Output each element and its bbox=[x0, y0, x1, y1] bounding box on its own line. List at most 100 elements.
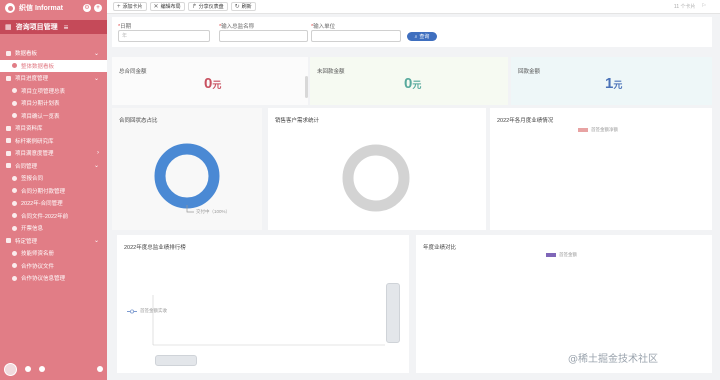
filter-bar: *日期 年 *输入总监名称 *输入单位 ⌕ 查询 bbox=[112, 17, 712, 47]
unit-input[interactable] bbox=[311, 30, 401, 42]
folder-icon bbox=[6, 238, 11, 244]
date-input[interactable]: 年 bbox=[118, 30, 210, 42]
customer-demand-panel: 销售客户需求统计 bbox=[268, 108, 486, 230]
share-icon: ↱ bbox=[191, 4, 197, 10]
sidebar-item[interactable]: 整体数据看板 bbox=[0, 59, 107, 72]
user-switch-icon[interactable] bbox=[97, 366, 103, 372]
sidebar-item-label: 开票信息 bbox=[21, 226, 44, 233]
folder-icon bbox=[6, 125, 11, 131]
app-grid-icon: ▦ bbox=[5, 24, 12, 31]
share-dashboard-label: 分享仪表盘 bbox=[198, 4, 224, 10]
sidebar-item[interactable]: 项目分期计划表 bbox=[0, 97, 107, 110]
search-icon: ⌕ bbox=[414, 33, 418, 40]
sidebar-item[interactable]: 标杆案例研究库 bbox=[0, 135, 107, 148]
menu-toggle-icon[interactable]: ≡ bbox=[64, 23, 69, 32]
sidebar-item-label: 项目立项管理总表 bbox=[21, 88, 66, 95]
toolbar: + 添加卡片 ✕ 编辑布局 ↱ 分享仪表盘 ↻ 刷新 11 个卡片 ⚐ bbox=[107, 0, 720, 14]
sidebar-item-label: 签报合同 bbox=[21, 176, 44, 183]
sidebar-item-label: 合同管理 bbox=[15, 163, 38, 170]
edit-icon: ✕ bbox=[153, 4, 159, 10]
sidebar-item[interactable]: 开票信息 bbox=[0, 222, 107, 235]
unit-label: *输入单位 bbox=[311, 24, 336, 30]
chart-legend[interactable]: 首签金额 bbox=[546, 252, 577, 258]
sidebar-menu: 数据看板 ⌄ 整体数据看板项目进度管理 ⌄ 项目立项管理总表项目分期计划表 项目确认一览表… bbox=[0, 47, 107, 285]
stat-card-paid: 回款金额 1元 bbox=[511, 57, 712, 105]
refresh-icon: ↻ bbox=[234, 4, 240, 10]
sidebar-item-label: 项目满意度管理 bbox=[15, 151, 54, 158]
director-input[interactable] bbox=[219, 30, 308, 42]
sidebar-item[interactable]: 项目资料库 bbox=[0, 122, 107, 135]
chevron-icon: ⌄ bbox=[93, 238, 99, 245]
date-label: *日期 bbox=[118, 24, 132, 30]
add-card-button[interactable]: + 添加卡片 bbox=[113, 2, 147, 11]
stat-label: 未回款金额 bbox=[317, 69, 345, 75]
folder-icon bbox=[6, 138, 11, 144]
chevron-icon: ⌄ bbox=[93, 50, 99, 57]
sidebar-item[interactable]: 合同文件-2022年前 bbox=[0, 210, 107, 223]
donut-slice[interactable] bbox=[154, 143, 220, 209]
panel-title: 2022年各月度业绩情况 bbox=[497, 118, 554, 124]
refresh-button[interactable]: ↻ 刷新 bbox=[230, 2, 256, 11]
sidebar-item[interactable]: 项目确认一览表 bbox=[0, 110, 107, 123]
legend-swatch bbox=[546, 253, 556, 257]
sidebar-item[interactable]: 合同分期付款管理 bbox=[0, 185, 107, 198]
scroll-handle[interactable] bbox=[305, 76, 308, 98]
ranking-axes bbox=[152, 295, 385, 346]
app-title[interactable]: ▦ 咨询项目管理 ≡ bbox=[0, 20, 107, 34]
zoom-slider-horizontal[interactable] bbox=[155, 355, 197, 366]
flag-icon[interactable]: ⚐ bbox=[702, 3, 706, 10]
item-icon bbox=[12, 250, 17, 256]
sidebar-item[interactable]: 技能师资名册 bbox=[0, 247, 107, 260]
contract-status-chart bbox=[154, 143, 220, 213]
monthly-performance-panel: 2022年各月度业绩情况 首签金额净额 bbox=[490, 108, 712, 230]
stat-value: 0元 bbox=[204, 75, 222, 92]
folder-icon bbox=[6, 75, 11, 81]
sidebar-item[interactable]: 数据看板 ⌄ bbox=[0, 47, 107, 60]
legend-label: 首签金额净额 bbox=[591, 127, 618, 132]
add-card-label: 添加卡片 bbox=[122, 4, 143, 10]
folder-icon bbox=[6, 163, 11, 169]
search-button[interactable]: ⌕ 查询 bbox=[407, 32, 437, 41]
sidebar-item[interactable]: 特定管理 ⌄ bbox=[0, 235, 107, 248]
share-dashboard-button[interactable]: ↱ 分享仪表盘 bbox=[187, 2, 228, 11]
sidebar-item[interactable]: 合作协议文件 bbox=[0, 260, 107, 273]
avatar[interactable] bbox=[4, 362, 17, 376]
sidebar-item[interactable]: 项目立项管理总表 bbox=[0, 85, 107, 98]
sidebar-item-label: 项目资料库 bbox=[15, 126, 43, 133]
item-icon bbox=[12, 225, 17, 231]
donut-label: 交付中（100%） bbox=[196, 209, 231, 214]
stat-card-total: 总合同金额 0元 bbox=[112, 57, 308, 105]
add-icon[interactable]: + bbox=[94, 4, 102, 12]
sidebar-item[interactable]: 合作协议信息管理 bbox=[0, 272, 107, 285]
stat-value: 0元 bbox=[404, 75, 422, 92]
edit-layout-button[interactable]: ✕ 编辑布局 bbox=[149, 2, 185, 11]
settings-icon[interactable]: ⚙ bbox=[83, 4, 91, 12]
chart-legend[interactable]: 首签金额净额 bbox=[578, 127, 618, 133]
sidebar-item-label: 标杆案例研究库 bbox=[15, 138, 54, 145]
sidebar-item-label: 特定管理 bbox=[15, 238, 38, 245]
legend-label: 首签金额 bbox=[559, 252, 577, 257]
logo-icon bbox=[5, 3, 15, 13]
stat-value: 1元 bbox=[605, 75, 623, 92]
annual-comparison-panel: 年度业绩对比 首签金额 @稀土掘金技术社区 bbox=[416, 235, 712, 373]
sidebar-item[interactable]: 项目进度管理 ⌄ bbox=[0, 72, 107, 85]
sidebar-item-label: 合同文件-2022年前 bbox=[21, 213, 69, 220]
search-button-label: 查询 bbox=[419, 34, 430, 40]
folder-icon bbox=[6, 50, 11, 56]
item-icon bbox=[12, 213, 17, 219]
zoom-slider-vertical[interactable] bbox=[386, 283, 400, 343]
sidebar-item[interactable]: 2022年-合同管理 bbox=[0, 197, 107, 210]
sidebar-item-label: 合作协议文件 bbox=[21, 263, 55, 270]
help-icon[interactable] bbox=[39, 366, 45, 372]
sidebar-item[interactable]: 合同管理 ⌄ bbox=[0, 160, 107, 173]
bell-icon[interactable] bbox=[25, 366, 31, 372]
stat-label: 回款金额 bbox=[518, 69, 541, 75]
contract-status-panel: 合同回状态占比 交付中（100%） bbox=[112, 108, 262, 230]
sidebar-item[interactable]: 签报合同 bbox=[0, 172, 107, 185]
sidebar-item[interactable]: 项目满意度管理 › bbox=[0, 147, 107, 160]
item-icon bbox=[12, 188, 17, 194]
donut-ring bbox=[342, 144, 410, 212]
sidebar-item-label: 数据看板 bbox=[15, 51, 38, 58]
sidebar-item-label: 整体数据看板 bbox=[21, 63, 55, 70]
card-count: 11 个卡片 bbox=[673, 4, 696, 10]
